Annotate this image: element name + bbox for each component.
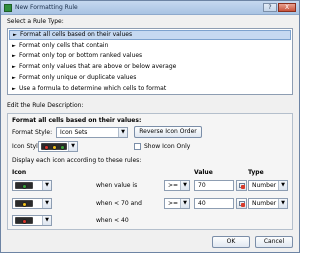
- title-bar[interactable]: New Formatting Rule ? X: [1, 1, 299, 15]
- reverse-icon-order-button[interactable]: Reverse Icon Order: [134, 126, 202, 138]
- show-icon-only-checkbox[interactable]: [134, 143, 141, 150]
- chevron-down-icon: ▼: [278, 199, 287, 208]
- rule-2-type: Number: [252, 200, 277, 207]
- traffic-light-icon: [15, 200, 33, 207]
- rules-instruction-label: Display each icon according to these rul…: [12, 157, 142, 164]
- rule-1-operator-dropdown[interactable]: >= ▼: [164, 180, 190, 191]
- yellow-light-icon: [22, 202, 27, 207]
- format-style-dropdown[interactable]: Icon Sets ▼: [56, 127, 128, 138]
- chevron-down-icon: ▼: [118, 128, 127, 137]
- rule-type-label: Format only unique or duplicate values: [19, 74, 137, 81]
- rule-2-operator-dropdown[interactable]: >= ▼: [164, 198, 190, 209]
- help-button[interactable]: ?: [263, 3, 277, 12]
- rule-type-label: Format all cells based on their values: [20, 31, 133, 38]
- rule-2-value-input[interactable]: 40: [194, 198, 234, 209]
- rule-type-item-above-below-average[interactable]: ► Format only values that are above or be…: [9, 62, 291, 72]
- icon-column-header: Icon: [12, 169, 27, 176]
- rule-type-item-top-bottom[interactable]: ► Format only top or bottom ranked values: [9, 51, 291, 61]
- rule-type-label: Use a formula to determine which cells t…: [19, 85, 167, 92]
- rule-type-item-cells-contain[interactable]: ► Format only cells that contain: [9, 41, 291, 51]
- chevron-down-icon: ▼: [278, 181, 287, 190]
- chevron-down-icon: ▼: [180, 199, 189, 208]
- new-formatting-rule-dialog: New Formatting Rule ? X Select a Rule Ty…: [0, 0, 300, 253]
- rule-1-operator: >=: [168, 182, 179, 189]
- rule-type-label: Format only cells that contain: [19, 42, 109, 49]
- yellow-light-icon: [52, 145, 57, 150]
- rule-type-list[interactable]: ► Format all cells based on their values …: [7, 28, 293, 95]
- format-style-label: Format Style:: [12, 129, 53, 136]
- arrow-right-icon: ►: [12, 43, 16, 49]
- arrow-right-icon: ►: [12, 86, 16, 92]
- range-arrow-icon: [241, 185, 245, 189]
- chevron-down-icon: ▼: [42, 181, 51, 190]
- rule-1-condition: when value is: [96, 182, 138, 189]
- chevron-down-icon: ▼: [68, 142, 77, 151]
- rule-1-value-input[interactable]: 70: [194, 180, 234, 191]
- rule-type-item-all-cells[interactable]: ► Format all cells based on their values: [9, 30, 291, 40]
- cancel-button[interactable]: Cancel: [255, 236, 293, 248]
- chevron-down-icon: ▼: [42, 216, 51, 225]
- rule-1-type-dropdown[interactable]: Number ▼: [248, 180, 288, 191]
- rule-2-type-dropdown[interactable]: Number ▼: [248, 198, 288, 209]
- select-rule-type-label: Select a Rule Type:: [7, 18, 64, 25]
- panel-heading: Format all cells based on their values:: [12, 117, 142, 124]
- rule-type-item-unique-duplicate[interactable]: ► Format only unique or duplicate values: [9, 73, 291, 83]
- rule-2-condition: when < 70 and: [96, 200, 142, 207]
- rule-1-icon-dropdown[interactable]: ▼: [12, 180, 52, 191]
- rule-2-range-selector-button[interactable]: [236, 198, 247, 209]
- edit-rule-description-label: Edit the Rule Description:: [7, 102, 84, 109]
- close-button[interactable]: X: [278, 3, 296, 12]
- rule-2-icon-dropdown[interactable]: ▼: [12, 198, 52, 209]
- traffic-light-icon: [15, 217, 33, 224]
- rule-3-icon-dropdown[interactable]: ▼: [12, 215, 52, 226]
- chevron-down-icon: ▼: [42, 199, 51, 208]
- rule-description-panel: Format all cells based on their values: …: [7, 113, 293, 230]
- rule-3-condition: when < 40: [96, 217, 129, 224]
- red-light-icon: [44, 145, 49, 150]
- icon-style-dropdown[interactable]: ▼: [38, 141, 78, 152]
- red-light-icon: [22, 219, 27, 224]
- show-icon-only-label: Show Icon Only: [144, 143, 191, 150]
- arrow-right-icon: ►: [12, 64, 16, 70]
- arrow-right-icon: ►: [13, 32, 17, 38]
- window-title: New Formatting Rule: [15, 4, 78, 11]
- type-column-header: Type: [248, 169, 264, 176]
- excel-app-icon: [4, 4, 12, 12]
- value-column-header: Value: [194, 169, 213, 176]
- rule-1-type: Number: [252, 182, 277, 189]
- rule-type-label: Format only top or bottom ranked values: [19, 52, 143, 59]
- arrow-right-icon: ►: [12, 53, 16, 59]
- chevron-down-icon: ▼: [180, 181, 189, 190]
- rule-type-item-formula[interactable]: ► Use a formula to determine which cells …: [9, 84, 291, 94]
- range-arrow-icon: [241, 203, 245, 207]
- arrow-right-icon: ►: [12, 75, 16, 81]
- traffic-light-icon: [15, 182, 33, 189]
- rule-type-label: Format only values that are above or bel…: [19, 63, 177, 70]
- rule-2-operator: >=: [168, 200, 179, 207]
- traffic-lights-3-icon: [41, 143, 67, 150]
- green-light-icon: [60, 145, 65, 150]
- ok-button[interactable]: OK: [212, 236, 250, 248]
- format-style-value: Icon Sets: [60, 129, 88, 136]
- green-light-icon: [22, 184, 27, 189]
- rule-1-range-selector-button[interactable]: [236, 180, 247, 191]
